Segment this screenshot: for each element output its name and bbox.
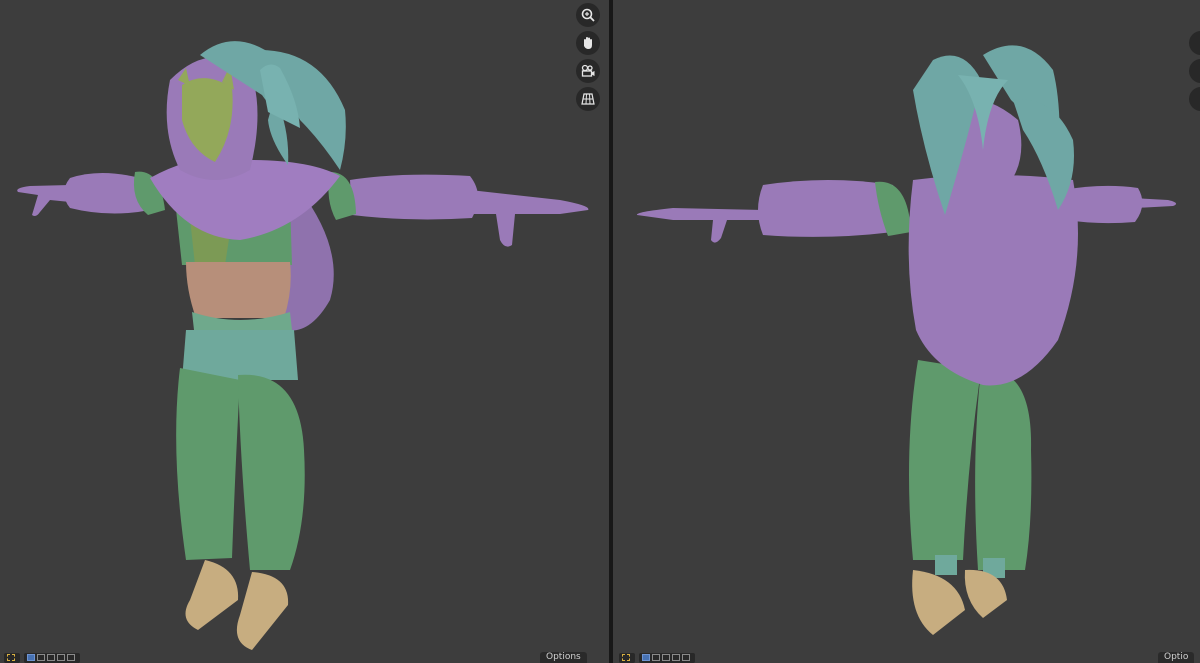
select-mode-extend[interactable]	[652, 654, 660, 661]
zoom-icon[interactable]	[576, 3, 600, 27]
select-mode-group[interactable]	[24, 652, 80, 663]
select-mode-invert[interactable]	[57, 654, 65, 661]
camera-icon[interactable]	[576, 59, 600, 83]
select-mode-extend[interactable]	[37, 654, 45, 661]
select-mode-intersect[interactable]	[67, 654, 75, 661]
viewport-front[interactable]: Options	[0, 0, 609, 663]
options-button[interactable]: Options	[540, 652, 587, 663]
grid-view-icon[interactable]	[576, 87, 600, 111]
select-mode-invert[interactable]	[672, 654, 680, 661]
select-box-shape	[622, 654, 630, 661]
select-box-icon[interactable]	[4, 652, 20, 663]
header-toolbar	[619, 652, 699, 663]
select-mode-new[interactable]	[27, 654, 35, 661]
character-back-model	[636, 45, 1177, 635]
viewport-back[interactable]: Optio	[613, 0, 1200, 663]
select-mode-intersect[interactable]	[682, 654, 690, 661]
options-button[interactable]: Optio	[1158, 652, 1195, 663]
select-box-icon[interactable]	[619, 652, 635, 663]
select-mode-new[interactable]	[642, 654, 650, 661]
select-mode-subtract[interactable]	[47, 654, 55, 661]
character-front-model	[17, 41, 589, 650]
header-toolbar	[4, 652, 84, 663]
select-box-shape	[7, 654, 15, 661]
select-mode-group[interactable]	[639, 652, 695, 663]
hand-pan-icon[interactable]	[576, 31, 600, 55]
select-mode-subtract[interactable]	[662, 654, 670, 661]
